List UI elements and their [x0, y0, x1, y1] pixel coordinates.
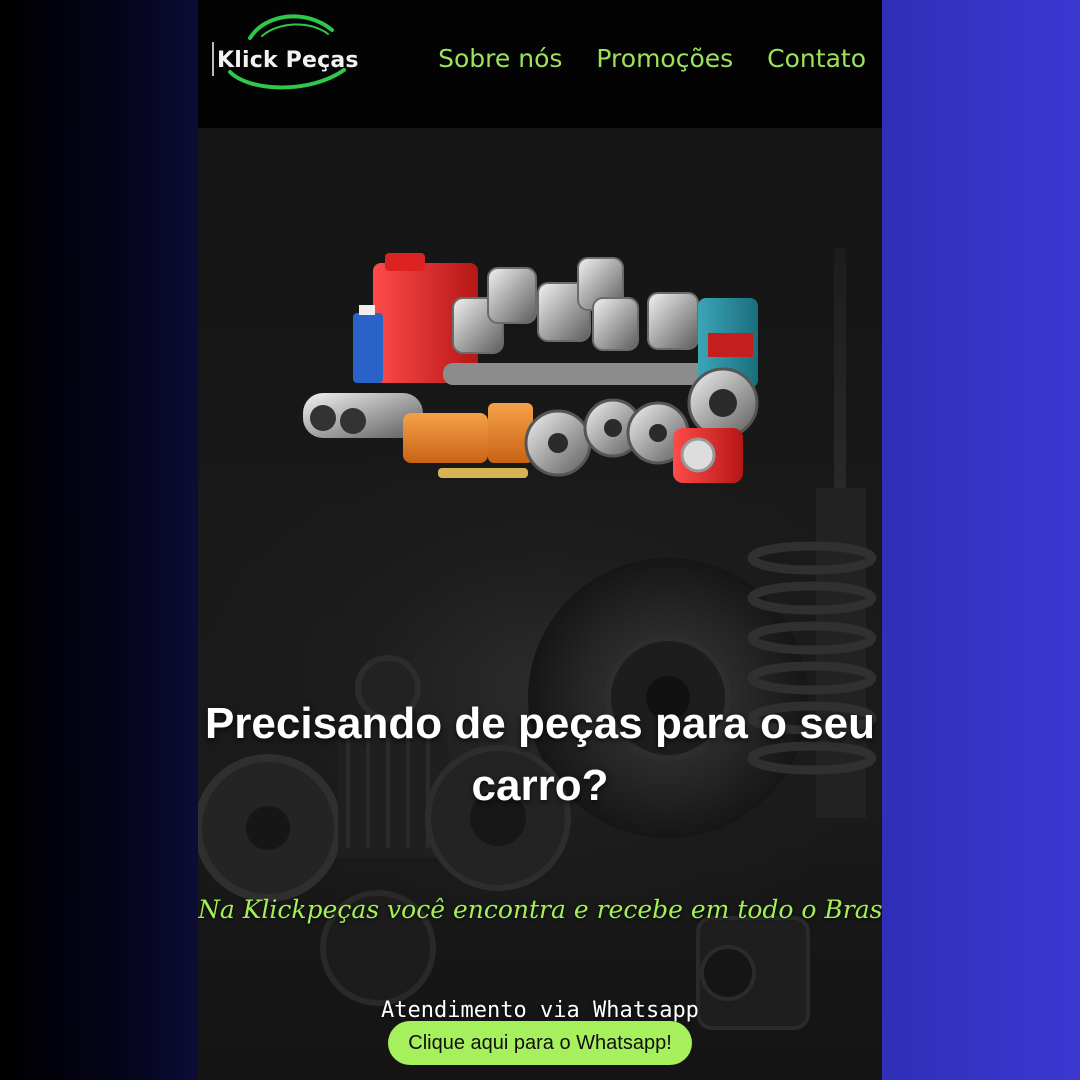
- hero-subtitle: Na Klickpeças você encontra e recebe em …: [198, 895, 882, 924]
- page-screen: Klick Peças Sobre nós Promoções Contato: [198, 0, 882, 1080]
- hero-section: Precisando de peças para o seu carro? Na…: [198, 128, 882, 1080]
- brand-name: Klick Peças: [217, 48, 359, 73]
- whatsapp-label: Atendimento via Whatsapp: [381, 998, 699, 1023]
- navbar: Klick Peças Sobre nós Promoções Contato: [198, 0, 882, 128]
- main-nav: Sobre nós Promoções Contato: [438, 44, 866, 73]
- nav-link-promocoes[interactable]: Promoções: [596, 44, 733, 73]
- nav-link-contato[interactable]: Contato: [767, 44, 866, 73]
- nav-link-sobre-nos[interactable]: Sobre nós: [438, 44, 562, 73]
- auto-parts-image: [303, 253, 759, 483]
- right-background: [882, 0, 1080, 1080]
- whatsapp-button[interactable]: Clique aqui para o Whatsapp!: [388, 1021, 692, 1065]
- brand-logo[interactable]: Klick Peças: [210, 8, 358, 96]
- left-background: [0, 0, 198, 1080]
- hero-title: Precisando de peças para o seu carro?: [204, 699, 876, 811]
